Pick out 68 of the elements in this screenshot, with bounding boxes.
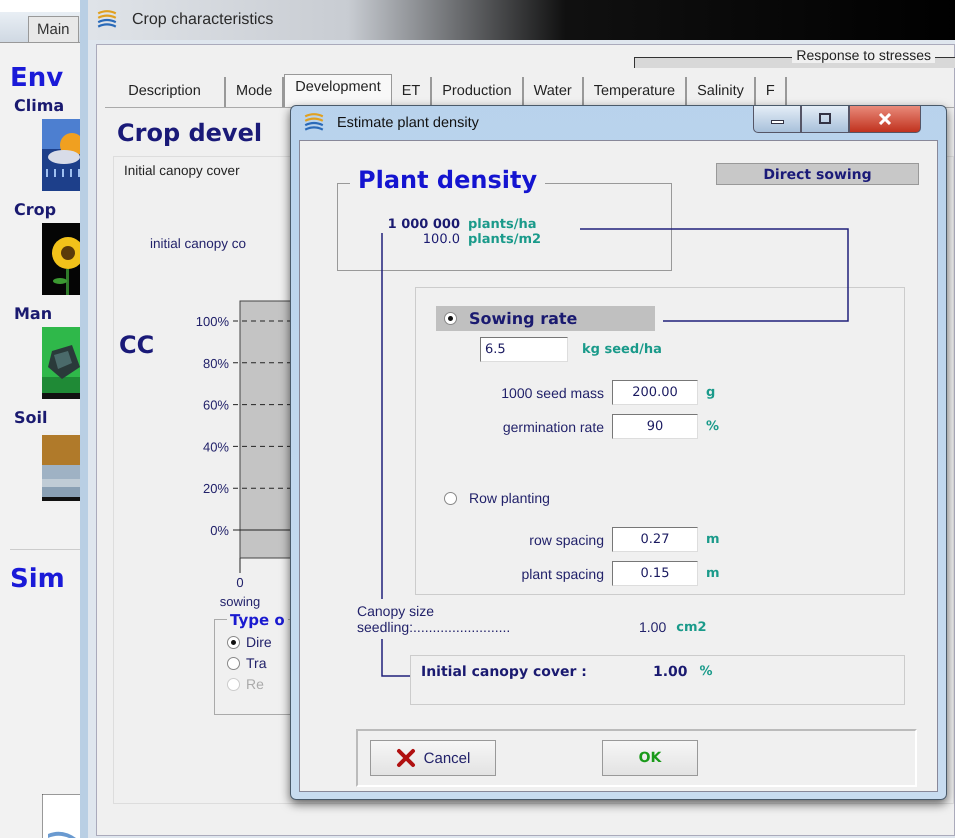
group-title: Type o — [227, 611, 288, 629]
section-heading: Env — [10, 63, 64, 93]
unit-label: plants/m2 — [468, 232, 542, 247]
axis-title: CC — [119, 331, 154, 359]
value-text: 1.00 — [639, 619, 666, 635]
radio-button[interactable] — [444, 312, 457, 325]
field-label: 1000 seed mass — [500, 384, 604, 400]
option-label: Row planting — [469, 490, 550, 506]
maximize-button[interactable] — [801, 106, 849, 133]
option-label: Tra — [246, 655, 266, 671]
option-label: Re — [246, 676, 264, 692]
radio-button[interactable] — [227, 656, 240, 670]
field-label: seedling:......................... — [357, 619, 512, 635]
result-label: Initial canopy cover : — [421, 664, 588, 680]
tick-label: 20% — [202, 481, 229, 496]
axis-caption: sowing — [220, 594, 260, 609]
section-label[interactable]: Clima — [14, 97, 64, 115]
tick-label: 40% — [202, 439, 229, 454]
mode-badge: Direct sowing — [716, 163, 919, 185]
tab[interactable]: Development — [284, 74, 392, 107]
option-label: Sowing rate — [469, 309, 578, 328]
unit-label: g — [706, 385, 716, 400]
input-field[interactable]: 0.15 — [612, 561, 698, 586]
unit-label: % — [706, 419, 720, 434]
tick-label: 100% — [196, 314, 229, 329]
section-label[interactable]: Crop — [14, 201, 56, 219]
tab[interactable]: Main — [28, 16, 79, 42]
tick-label: 0% — [210, 523, 229, 538]
leader-line — [381, 639, 410, 677]
cancel-button[interactable]: Cancel — [370, 740, 496, 776]
field-label: plant spacing — [520, 566, 604, 582]
unit-label: m — [706, 566, 721, 581]
minimize-button[interactable] — [753, 106, 801, 133]
unit-label: % — [700, 664, 713, 679]
tick-label: 80% — [202, 356, 229, 371]
value-text: 1 000 000 — [386, 217, 460, 232]
input-field[interactable]: 6.5 — [480, 337, 568, 362]
cross-icon — [396, 748, 416, 768]
window-title: Crop characteristics — [132, 11, 274, 29]
value-text: 100.0 — [422, 232, 460, 247]
page-heading: Crop devel — [117, 118, 262, 148]
field-label: germination rate — [502, 418, 604, 434]
section-label[interactable]: Soil — [14, 409, 48, 427]
minimize-icon — [770, 120, 784, 124]
radio-button[interactable] — [444, 492, 457, 504]
unit-label: kg seed/ha — [582, 342, 662, 357]
window-title: Estimate plant density — [337, 115, 479, 131]
radio-button[interactable] — [227, 636, 240, 648]
field-label: Canopy size — [357, 603, 436, 619]
close-button[interactable] — [849, 106, 921, 133]
panel-label: Initial canopy cover — [124, 163, 240, 178]
unit-label: m — [706, 532, 721, 547]
unit-label: plants/ha — [468, 217, 538, 232]
input-field[interactable]: 0.27 — [612, 527, 698, 552]
tab-group-label: Response to stresses — [792, 47, 935, 63]
field-label: row spacing — [528, 532, 604, 548]
tab[interactable]: Temperature — [584, 77, 688, 107]
unit-label: cm2 — [676, 620, 707, 634]
section-label[interactable]: Man — [14, 305, 52, 323]
tab[interactable]: ET — [392, 77, 432, 107]
tick-label: 60% — [202, 398, 229, 413]
tick-label: 0 — [236, 575, 244, 590]
value-text: 1.00 — [653, 664, 688, 680]
input-field[interactable]: 90 — [612, 414, 698, 439]
input-field[interactable]: 200.00 — [612, 380, 698, 405]
field-label: initial canopy co — [150, 236, 246, 251]
option-label: Dire — [246, 634, 272, 650]
tab[interactable]: Water — [524, 77, 584, 107]
